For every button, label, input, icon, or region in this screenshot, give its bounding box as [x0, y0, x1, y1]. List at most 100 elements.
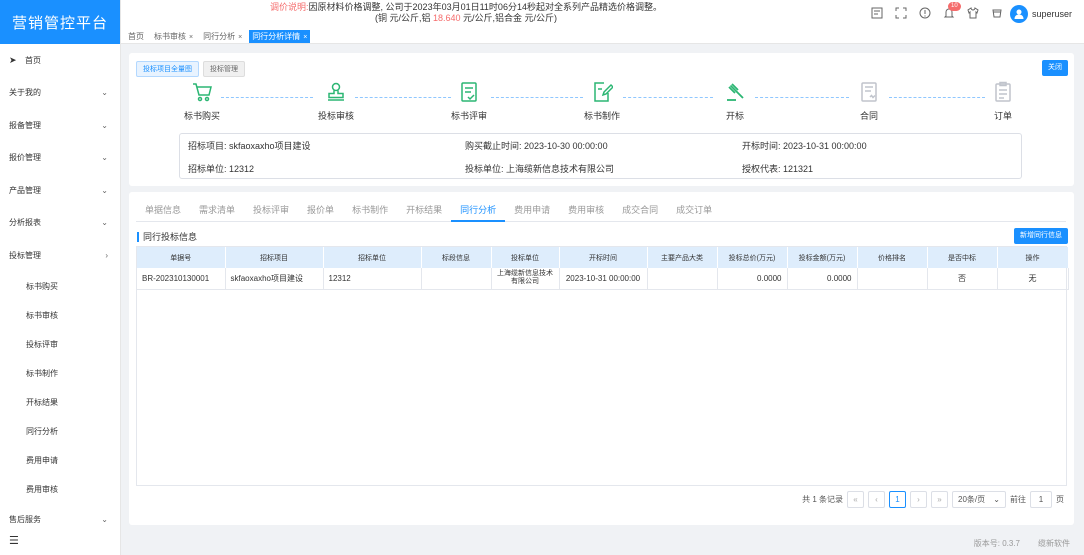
- tab-peer-analysis[interactable]: 同行分析: [451, 200, 506, 222]
- sidebar-subitem-bid-result[interactable]: 开标结果: [0, 388, 120, 417]
- sidebar-subitem-bid-evaluation[interactable]: 投标评审: [0, 330, 120, 359]
- step-label: 标书制作: [583, 111, 620, 121]
- tab-fee-apply[interactable]: 费用申请: [505, 200, 559, 222]
- tab-peer-analysis[interactable]: 同行分析 ×: [200, 30, 245, 43]
- detail-card: 单据信息 需求清单 投标评审 报价单 标书制作 开标结果 同行分析 费用申请 费…: [129, 192, 1074, 525]
- chevron-down-icon: ⌄: [101, 88, 108, 98]
- tab-tender-review[interactable]: 标书审核 ×: [151, 30, 196, 43]
- chevron-up-icon: ›: [105, 250, 108, 260]
- page-size-select[interactable]: 20条/页 ⌄: [952, 490, 1006, 508]
- search-menu-icon[interactable]: [870, 6, 884, 20]
- help-icon[interactable]: [918, 6, 932, 20]
- sidebar-item-about-me[interactable]: 关于我的 ⌄: [0, 77, 120, 110]
- notification-badge: 10: [948, 2, 961, 11]
- sidebar-item-analysis[interactable]: 分析报表 ⌄: [0, 207, 120, 240]
- sidebar-item-home[interactable]: ➤ 首页: [0, 44, 120, 77]
- step-tender-evaluation[interactable]: 标书评审: [429, 81, 509, 122]
- table-row[interactable]: BR-202310130001 skfaoxaxho项目建设 12312 上海缆…: [137, 268, 1069, 290]
- sidebar-item-label: 报备管理: [9, 120, 41, 130]
- add-peer-info-button[interactable]: 新增同行信息: [1014, 228, 1068, 244]
- step-tender-making[interactable]: 标书制作: [562, 81, 642, 122]
- contract-icon: [861, 82, 877, 102]
- sidebar-item-report-filing[interactable]: 报备管理 ⌄: [0, 109, 120, 142]
- last-page-button[interactable]: »: [931, 490, 948, 508]
- tab-document-info[interactable]: 单据信息: [136, 200, 190, 222]
- sidebar-subitem-fee-apply[interactable]: 费用申请: [0, 446, 120, 475]
- app-logo[interactable]: 营销管控平台: [0, 0, 120, 44]
- info-tender-unit: 招标单位: 12312: [188, 164, 255, 174]
- step-order[interactable]: 订单: [963, 81, 1043, 122]
- user-menu[interactable]: superuser: [1009, 5, 1072, 23]
- cell-total-price: 0.0000: [717, 268, 788, 290]
- sidebar-item-label: 产品管理: [9, 185, 41, 195]
- tab-deal-contract[interactable]: 成交合同: [613, 200, 667, 222]
- sidebar-subitem-tender-review[interactable]: 标书审核: [0, 301, 120, 330]
- tab-requirement-list[interactable]: 需求清单: [190, 200, 244, 222]
- sidebar-subitem-fee-review[interactable]: 费用审核: [0, 475, 120, 504]
- column-header: 标段信息: [421, 247, 492, 268]
- tab-deal-order[interactable]: 成交订单: [667, 200, 721, 222]
- sidebar-item-label: 投标管理: [9, 250, 41, 260]
- page-tabs: 首页 标书审核 × 同行分析 × 同行分析详情 ×: [121, 30, 1084, 44]
- sidebar-item-label: 售后服务: [9, 515, 41, 525]
- step-bid-opening[interactable]: 开标: [695, 81, 775, 122]
- step-label: 合同: [859, 111, 878, 121]
- tab-tender-making[interactable]: 标书制作: [343, 200, 397, 222]
- sidebar-subitem-tender-making[interactable]: 标书制作: [0, 359, 120, 388]
- bid-management-button[interactable]: 投标管理: [203, 61, 245, 77]
- sidebar-item-after-sales[interactable]: 售后服务 ⌄: [0, 504, 120, 537]
- layout-icon[interactable]: [990, 6, 1004, 20]
- column-header: 投标总价(万元): [717, 247, 788, 268]
- page-number-button[interactable]: 1: [889, 490, 906, 508]
- top-header: 调价说明:因原材料价格调整, 公司于2023年03月01日11时06分14秒起对…: [121, 0, 1084, 30]
- progress-steps: 标书购买 投标审核 标书评审 标书制作 开标 合同 订单: [129, 81, 1074, 126]
- chevron-down-icon: ⌄: [101, 120, 108, 130]
- theme-shirt-icon[interactable]: [966, 6, 980, 20]
- tab-bid-evaluation[interactable]: 投标评审: [244, 200, 298, 222]
- sidebar: 营销管控平台 ➤ 首页 关于我的 ⌄ 报备管理 ⌄ 报价管理 ⌄ 产品管理 ⌄ …: [0, 0, 121, 555]
- tab-bid-result[interactable]: 开标结果: [397, 200, 451, 222]
- column-header: 招标项目: [225, 247, 324, 268]
- gavel-icon: [727, 83, 744, 101]
- step-label: 订单: [993, 111, 1012, 121]
- version-label: 版本号: 0.3.7: [973, 539, 1020, 548]
- step-label: 标书评审: [450, 111, 487, 121]
- info-authorized-rep: 授权代表: 121321: [742, 164, 814, 174]
- first-page-button[interactable]: «: [847, 490, 864, 508]
- step-tender-purchase[interactable]: 标书购买: [162, 81, 242, 122]
- sidebar-subitem-tender-purchase[interactable]: 标书购买: [0, 272, 120, 301]
- overview-button[interactable]: 投标项目全量图: [136, 61, 199, 77]
- close-icon[interactable]: ×: [238, 34, 242, 41]
- column-header: 投标单位: [491, 247, 560, 268]
- fullscreen-icon[interactable]: [894, 6, 908, 20]
- bell-icon[interactable]: 10: [942, 2, 961, 20]
- tab-peer-analysis-detail[interactable]: 同行分析详情 ×: [249, 30, 311, 43]
- close-icon[interactable]: ×: [189, 34, 193, 41]
- send-icon: ➤: [9, 54, 17, 65]
- info-purchase-deadline: 购买截止时间: 2023-10-30 00:00:00: [465, 141, 608, 151]
- info-opening-time: 开标时间: 2023-10-31 00:00:00: [742, 141, 867, 151]
- sidebar-item-bid-management[interactable]: 投标管理 ›: [0, 239, 120, 272]
- tab-label: 标书审核: [154, 32, 186, 41]
- tab-home[interactable]: 首页: [125, 30, 147, 43]
- sidebar-item-product[interactable]: 产品管理 ⌄: [0, 174, 120, 207]
- step-label: 开标: [725, 111, 744, 121]
- prev-page-button[interactable]: ‹: [868, 490, 885, 508]
- next-page-button[interactable]: ›: [910, 490, 927, 508]
- chevron-down-icon: ⌄: [101, 185, 108, 195]
- collapse-menu-icon[interactable]: ☰: [9, 534, 19, 547]
- tab-label: 同行分析详情: [252, 32, 301, 41]
- step-bid-review[interactable]: 投标审核: [296, 81, 376, 122]
- page-size-value: 20条/页: [958, 494, 986, 504]
- close-icon[interactable]: ×: [303, 34, 307, 41]
- goto-page-input[interactable]: 1: [1030, 490, 1052, 508]
- sidebar-item-quote[interactable]: 报价管理 ⌄: [0, 142, 120, 175]
- tab-fee-review[interactable]: 费用审核: [559, 200, 613, 222]
- price-notice: 调价说明:因原材料价格调整, 公司于2023年03月01日11时06分14秒起对…: [121, 2, 811, 24]
- notice-aluminum-price: 18.640: [432, 13, 461, 23]
- tab-label: 同行分析: [203, 32, 236, 41]
- tab-quotation[interactable]: 报价单: [298, 200, 343, 222]
- sidebar-subitem-peer-analysis[interactable]: 同行分析: [0, 417, 120, 446]
- step-contract[interactable]: 合同: [829, 81, 909, 122]
- close-button[interactable]: 关闭: [1042, 60, 1068, 76]
